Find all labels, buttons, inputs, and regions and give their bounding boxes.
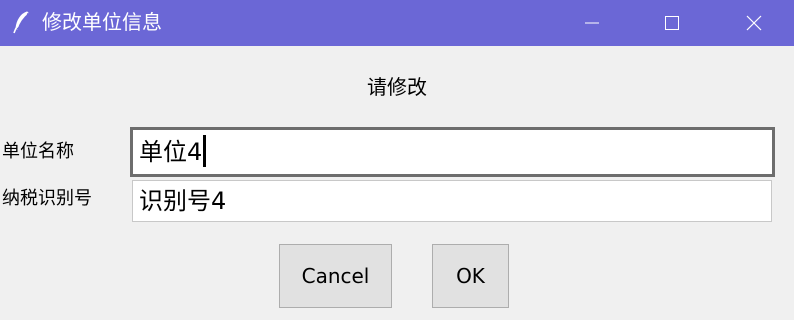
feather-icon (12, 10, 32, 34)
dialog-window: 修改单位信息 请修改 单位名称 单位4 纳税识别号 识别号4 Cancel OK (0, 0, 794, 320)
prompt-text: 请修改 (367, 75, 427, 99)
unit-name-value: 单位4 (139, 138, 203, 166)
unit-name-label: 单位名称 (2, 141, 74, 162)
maximize-button[interactable] (632, 0, 712, 46)
minimize-button[interactable] (552, 0, 632, 46)
close-button[interactable] (714, 0, 794, 46)
cancel-button[interactable]: Cancel (279, 244, 392, 308)
tax-id-value: 识别号4 (139, 187, 227, 215)
tax-id-input[interactable]: 识别号4 (132, 180, 772, 222)
tax-id-label: 纳税识别号 (2, 188, 92, 209)
ok-button[interactable]: OK (432, 244, 509, 308)
window-title: 修改单位信息 (42, 10, 162, 34)
maximize-icon (665, 16, 679, 30)
close-icon (746, 15, 762, 31)
unit-name-input[interactable]: 单位4 (130, 127, 775, 177)
text-caret (203, 135, 207, 167)
title-bar[interactable]: 修改单位信息 (0, 0, 794, 46)
minimize-icon (585, 22, 599, 24)
